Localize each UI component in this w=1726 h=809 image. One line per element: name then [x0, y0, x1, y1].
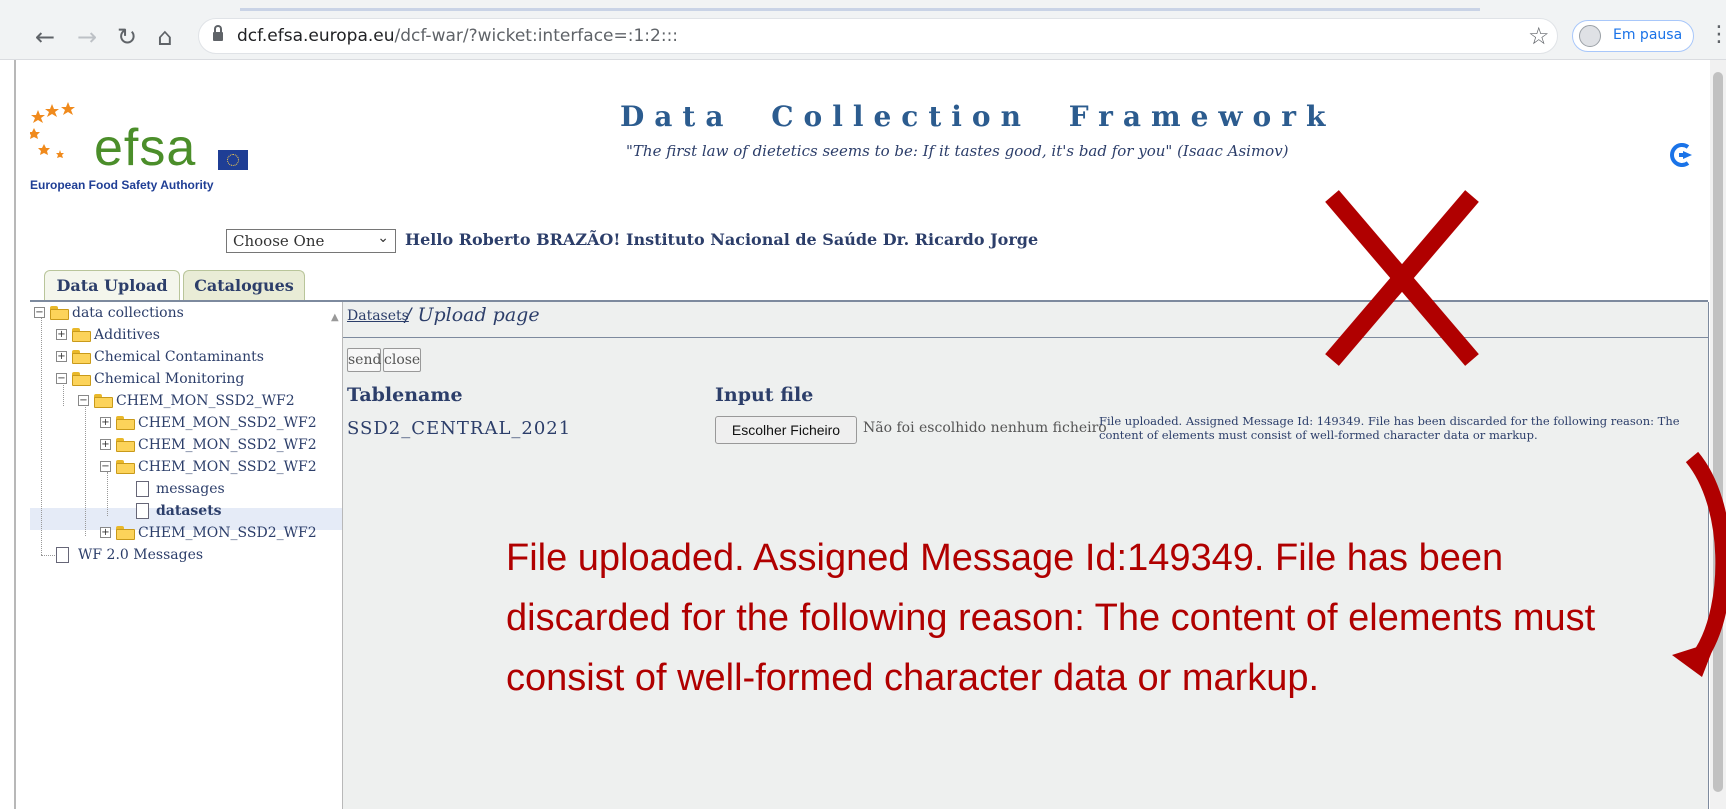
close-button[interactable]: close [383, 348, 421, 372]
breadcrumb-current: / Upload page [405, 304, 540, 326]
page-scrollbar[interactable] [1710, 60, 1726, 809]
folder-open-icon [50, 306, 69, 320]
profile-label: Em pausa [1613, 27, 1683, 43]
tab-data-upload[interactable]: Data Upload [44, 270, 180, 301]
home-icon[interactable]: ⌂ [152, 24, 178, 50]
tab-catalogues[interactable]: Catalogues [183, 270, 305, 301]
send-button[interactable]: send [347, 348, 381, 372]
profile-button[interactable]: Em pausa [1572, 20, 1694, 52]
expand-icon[interactable]: + [100, 439, 111, 450]
breadcrumb: ▲ Datasets / Upload page [331, 302, 1709, 338]
logo-word: efsa [94, 119, 197, 177]
logo-subtitle: European Food Safety Authority [30, 178, 214, 192]
user-greeting: Hello Roberto BRAZÃO! Instituto Nacional… [405, 230, 1039, 249]
tree-item-label: data collections [72, 305, 184, 321]
tree-item-chem-mon-child[interactable]: − CHEM_MON_SSD2_WF2 [100, 456, 342, 478]
tab-strip-edge [240, 8, 1480, 11]
tree-item-label: CHEM_MON_SSD2_WF2 [138, 459, 317, 475]
upload-result-message: File uploaded. Assigned Message Id: 1493… [1099, 414, 1680, 442]
role-select-value: Choose One [233, 232, 325, 250]
expand-icon[interactable]: + [56, 329, 67, 340]
annotation-arrow-icon [1672, 451, 1726, 677]
eu-flag-icon [218, 150, 248, 170]
document-icon [136, 481, 149, 497]
folder-icon [116, 438, 135, 452]
tree-item-chem-mon-child[interactable]: + CHEM_MON_SSD2_WF2 [100, 412, 342, 434]
tree-item-label: Chemical Monitoring [94, 371, 245, 387]
folder-icon [72, 350, 91, 364]
chevron-down-icon: ⌄ [377, 230, 389, 246]
collapse-icon[interactable]: − [34, 307, 45, 318]
browser-toolbar: ← → ↻ ⌂ dcf.efsa.europa.eu/dcf-war/?wick… [0, 0, 1726, 60]
avatar [1579, 25, 1601, 47]
address-bar[interactable]: dcf.efsa.europa.eu/dcf-war/?wicket:inter… [198, 18, 1558, 54]
menu-kebab-icon[interactable]: ⋮ [1708, 22, 1726, 47]
page-quote: "The first law of dietetics seems to be:… [626, 142, 1289, 160]
file-status: Não foi escolhido nenhum ficheiro [863, 420, 1107, 436]
error-x-icon [1325, 190, 1479, 366]
lock-icon [213, 25, 223, 42]
tree-item-label: Additives [94, 327, 160, 343]
collapse-icon[interactable]: − [56, 373, 67, 384]
navigation-tree: − data collections + Additives + Chemica… [30, 302, 342, 809]
annotation-message: File uploaded. Assigned Message Id:14934… [506, 537, 1596, 699]
choose-file-button[interactable]: Escolher Ficheiro [715, 416, 857, 444]
tree-item-label: CHEM_MON_SSD2_WF2 [138, 525, 317, 541]
efsa-logo: efsa European Food Safety Authority [30, 100, 248, 192]
role-select[interactable]: Choose One ⌄ [226, 229, 396, 253]
tree-item-label: CHEM_MON_SSD2_WF2 [138, 437, 317, 453]
logout-icon[interactable] [1668, 140, 1698, 170]
collapse-icon[interactable]: − [100, 461, 111, 472]
expand-icon[interactable]: + [56, 351, 67, 362]
caret-up-icon: ▲ [331, 312, 339, 323]
column-tablename: Tablename [347, 384, 463, 406]
breadcrumb-datasets-link[interactable]: Datasets [347, 308, 409, 324]
url-host: dcf.efsa.europa.eu [237, 26, 395, 46]
tree-item-label: CHEM_MON_SSD2_WF2 [116, 393, 295, 409]
folder-icon [116, 526, 135, 540]
tree-item-label: WF 2.0 Messages [78, 547, 204, 563]
folder-open-icon [72, 372, 91, 386]
expand-icon[interactable]: + [100, 527, 111, 538]
url-path: /dcf-war/?wicket:interface=:1:2::: [394, 26, 679, 46]
page-title: Data Collection Framework [620, 100, 1336, 133]
reload-icon[interactable]: ↻ [114, 24, 140, 50]
bookmark-star-icon[interactable]: ☆ [1528, 22, 1550, 50]
tree-item-label: messages [156, 481, 225, 497]
url-text: dcf.efsa.europa.eu/dcf-war/?wicket:inter… [237, 26, 678, 46]
collapse-icon[interactable]: − [78, 395, 89, 406]
folder-open-icon [116, 460, 135, 474]
back-icon[interactable]: ← [32, 24, 58, 50]
table-name-value: SSD2_CENTRAL_2021 [347, 418, 572, 439]
forward-icon[interactable]: → [74, 24, 100, 50]
tree-item-chem-mon-child[interactable]: + CHEM_MON_SSD2_WF2 [100, 434, 342, 456]
expand-icon[interactable]: + [100, 417, 111, 428]
tree-item-chem-mon-child[interactable]: + CHEM_MON_SSD2_WF2 [100, 522, 342, 544]
column-input-file: Input file [715, 384, 814, 406]
tree-item-label: Chemical Contaminants [94, 349, 264, 365]
folder-open-icon [94, 394, 113, 408]
tree-item-label: datasets [156, 503, 222, 519]
folder-icon [116, 416, 135, 430]
document-icon [56, 547, 69, 563]
document-icon [136, 503, 149, 519]
folder-icon [72, 328, 91, 342]
tree-item-label: CHEM_MON_SSD2_WF2 [138, 415, 317, 431]
